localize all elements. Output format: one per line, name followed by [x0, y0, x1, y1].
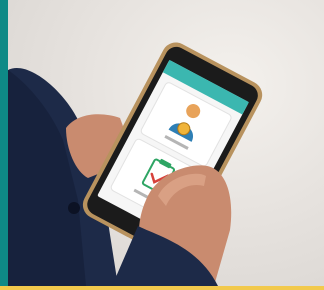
teal-border [0, 0, 8, 290]
photo-of-hands-holding-phone [8, 0, 324, 286]
photo-scene [8, 42, 263, 286]
photo-frame [0, 0, 324, 290]
sleeve-button [68, 202, 80, 214]
yellow-bottom-strip [0, 286, 324, 290]
